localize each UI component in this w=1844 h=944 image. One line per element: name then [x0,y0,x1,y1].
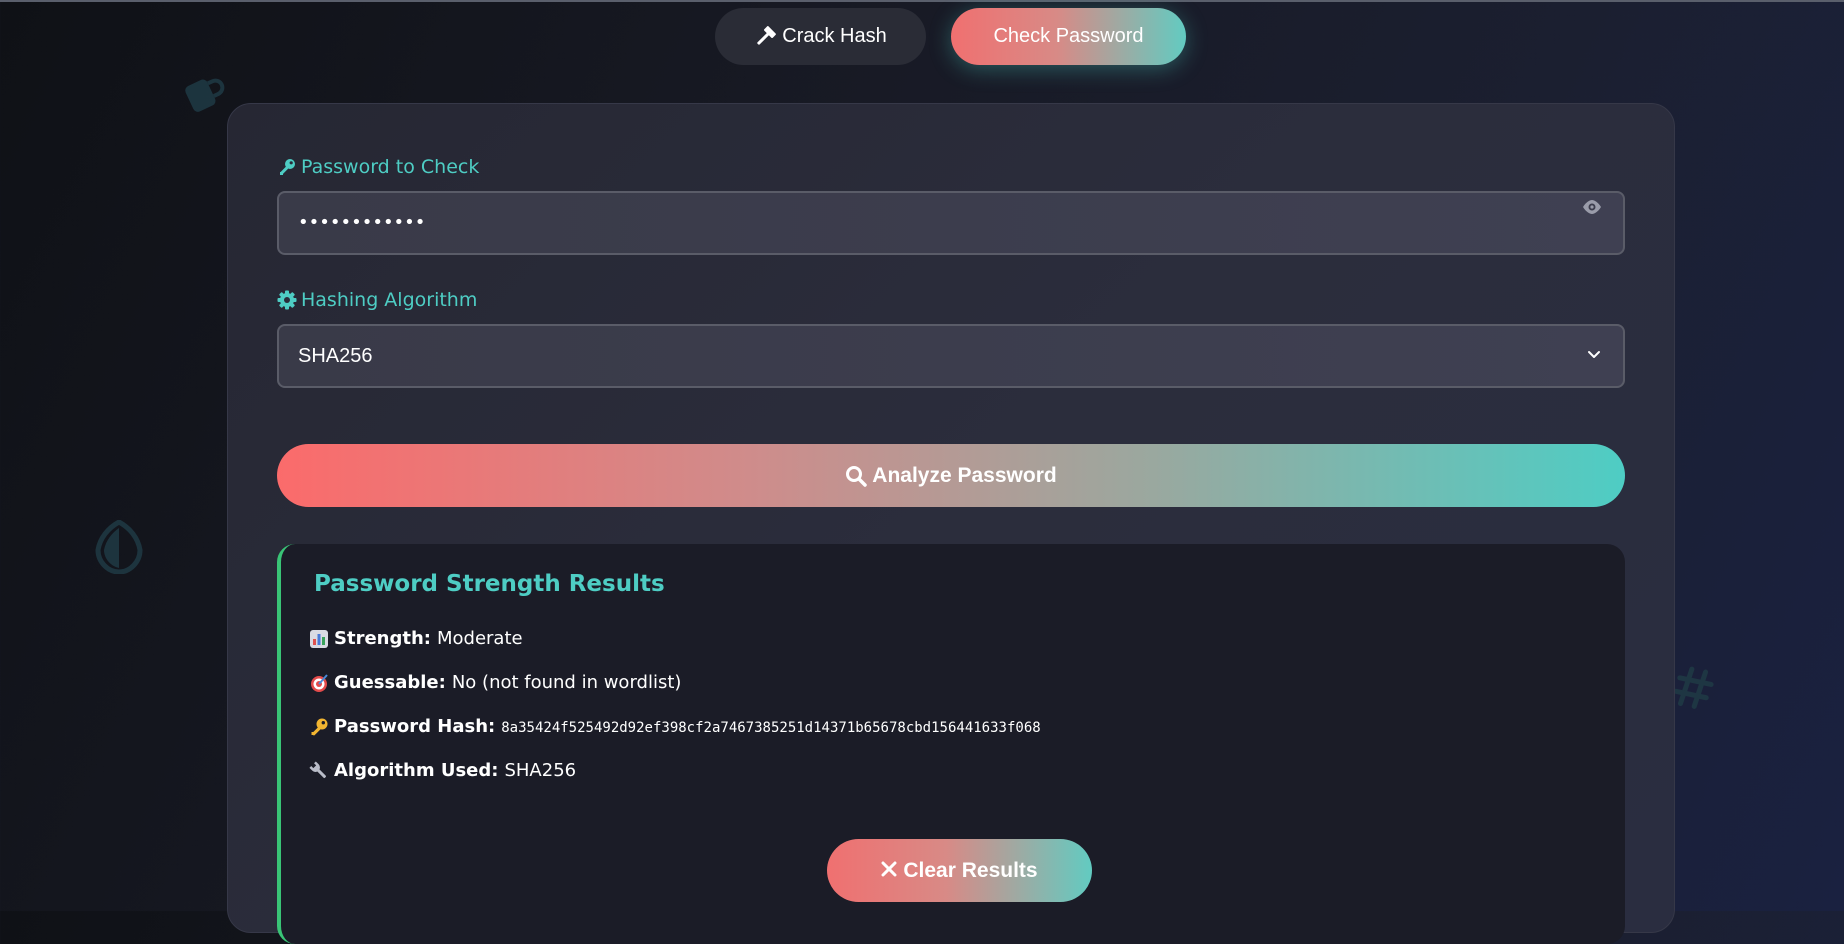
wrench-icon [309,760,331,781]
gear-icon [277,290,297,310]
algorithm-used-value: SHA256 [504,760,577,781]
strength-value: Moderate [436,628,523,649]
algorithm-select[interactable]: SHA256 [277,324,1625,388]
key-icon [277,157,297,177]
password-input[interactable]: •••••••••••• [277,191,1625,255]
algorithm-field-label: Hashing Algorithm [277,289,477,311]
hammer-icon [754,25,777,48]
tab-check-password[interactable]: Check Password [951,8,1186,65]
result-row-strength: Strength: Moderate [309,628,523,649]
toggle-visibility-icon[interactable] [1582,199,1602,215]
password-field-label: Password to Check [277,156,479,178]
main-card: Password to Check •••••••••••• Hashing A… [227,103,1675,944]
mode-tabs: Crack Hash Check Password [0,8,1844,66]
tab-crack-hash-label: Crack Hash [782,25,887,47]
result-row-hash: Password Hash: 8a35424f525492d92ef398cf2… [309,716,1041,737]
bar-chart-icon [309,629,331,649]
mug-bg-icon [180,70,228,123]
analyze-password-label: Analyze Password [872,463,1057,487]
results-panel: Password Strength Results Strength: Mode… [277,544,1625,944]
clear-results-label: Clear Results [903,858,1038,882]
search-icon [845,465,868,487]
window-top-edge [0,0,1844,2]
password-input-value: •••••••••••• [298,212,426,233]
analyze-password-button[interactable]: Analyze Password [277,444,1625,507]
algorithm-select-value: SHA256 [298,345,373,367]
results-title: Password Strength Results [314,571,665,597]
result-row-guessable: Guessable: No (not found in wordlist) [309,672,681,693]
chevron-down-icon [1587,350,1601,360]
clear-results-button[interactable]: Clear Results [827,839,1092,902]
result-row-algorithm: Algorithm Used: SHA256 [309,760,576,781]
close-icon [881,859,897,883]
shield-bg-icon [94,519,144,579]
guessable-value: No (not found in wordlist) [451,672,682,693]
tab-check-password-label: Check Password [993,25,1144,47]
tab-crack-hash[interactable]: Crack Hash [715,8,926,65]
target-icon [309,673,331,693]
password-hash-value: 8a35424f525492d92ef398cf2a7467385251d143… [501,720,1041,736]
key-emoji-icon [309,717,331,737]
hash-bg-icon [1673,666,1714,715]
